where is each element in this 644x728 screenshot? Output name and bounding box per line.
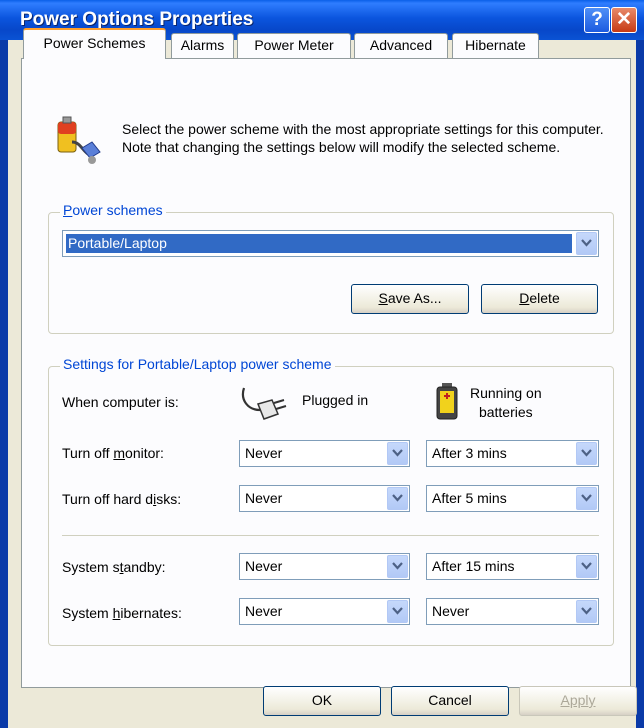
chevron-down-icon[interactable] [576, 232, 597, 255]
chevron-down-icon[interactable] [576, 555, 597, 578]
power-schemes-label: Power schemes [60, 202, 166, 218]
turn-off-monitor-label: Turn off monitor: [62, 445, 164, 461]
power-scheme-value: Portable/Laptop [65, 233, 573, 254]
ok-label: OK [311, 692, 333, 708]
system-standby-label: System standby: [62, 559, 166, 575]
combo-value: Never [245, 603, 283, 619]
hibernates-battery-select[interactable]: Never [426, 598, 599, 625]
turn-off-hard-disks-label: Turn off hard disks: [62, 491, 182, 507]
combo-value: Never [432, 603, 470, 619]
tab-advanced[interactable]: Advanced [354, 33, 448, 58]
system-hibernates-label: System hibernates: [62, 605, 182, 621]
standby-plugged-select[interactable]: Never [239, 553, 410, 580]
chevron-down-icon[interactable] [387, 442, 408, 465]
ok-button[interactable]: OK [263, 686, 381, 716]
combo-value: After 15 mins [432, 558, 515, 574]
chevron-down-icon[interactable] [576, 442, 597, 465]
hard-disks-battery-select[interactable]: After 5 mins [426, 485, 599, 512]
plug-icon [241, 387, 287, 420]
power-options-icon [57, 116, 101, 164]
tab-label: Power Meter [254, 37, 334, 53]
combo-value: Never [245, 558, 283, 574]
settings-group-label: Settings for Portable/Laptop power schem… [60, 356, 335, 372]
apply-button[interactable]: Apply [519, 686, 637, 716]
cancel-button[interactable]: Cancel [391, 686, 509, 716]
combo-value: Never [245, 445, 283, 461]
help-icon: ? [591, 9, 603, 30]
chevron-down-icon[interactable] [387, 600, 408, 623]
close-icon: ✕ [616, 9, 632, 30]
settings-separator [62, 535, 599, 536]
tab-power-schemes[interactable]: Power Schemes [23, 28, 166, 59]
tab-label: Advanced [369, 37, 433, 53]
combo-value: After 5 mins [432, 490, 507, 506]
batteries-label: Running on batteries [470, 385, 542, 420]
delete-button[interactable]: Delete [481, 284, 598, 314]
apply-label: Apply [560, 692, 596, 708]
power-scheme-select[interactable]: Portable/Laptop [62, 230, 599, 257]
combo-value: After 3 mins [432, 445, 507, 461]
chevron-down-icon[interactable] [387, 487, 408, 510]
intro-description: Select the power scheme with the most ap… [122, 121, 604, 155]
save-as-button[interactable]: Save As... [351, 284, 469, 314]
tab-label: Alarms [180, 37, 225, 53]
tab-label: Hibernate [465, 37, 526, 53]
tab-label: Power Schemes [43, 35, 146, 51]
hibernates-plugged-select[interactable]: Never [239, 598, 410, 625]
hard-disks-plugged-select[interactable]: Never [239, 485, 410, 512]
cancel-label: Cancel [428, 692, 472, 708]
monitor-battery-select[interactable]: After 3 mins [426, 440, 599, 467]
tab-power-meter[interactable]: Power Meter [237, 33, 351, 58]
combo-value: Never [245, 490, 283, 506]
when-computer-label: When computer is: [62, 394, 179, 410]
standby-battery-select[interactable]: After 15 mins [426, 553, 599, 580]
help-button[interactable]: ? [584, 7, 610, 33]
chevron-down-icon[interactable] [576, 487, 597, 510]
chevron-down-icon[interactable] [576, 600, 597, 623]
monitor-plugged-select[interactable]: Never [239, 440, 410, 467]
tab-alarms[interactable]: Alarms [171, 33, 234, 58]
battery-icon [436, 383, 458, 420]
plugged-in-label: Plugged in [302, 392, 369, 408]
tab-hibernate[interactable]: Hibernate [452, 33, 539, 58]
close-button[interactable]: ✕ [611, 7, 637, 33]
chevron-down-icon[interactable] [387, 555, 408, 578]
